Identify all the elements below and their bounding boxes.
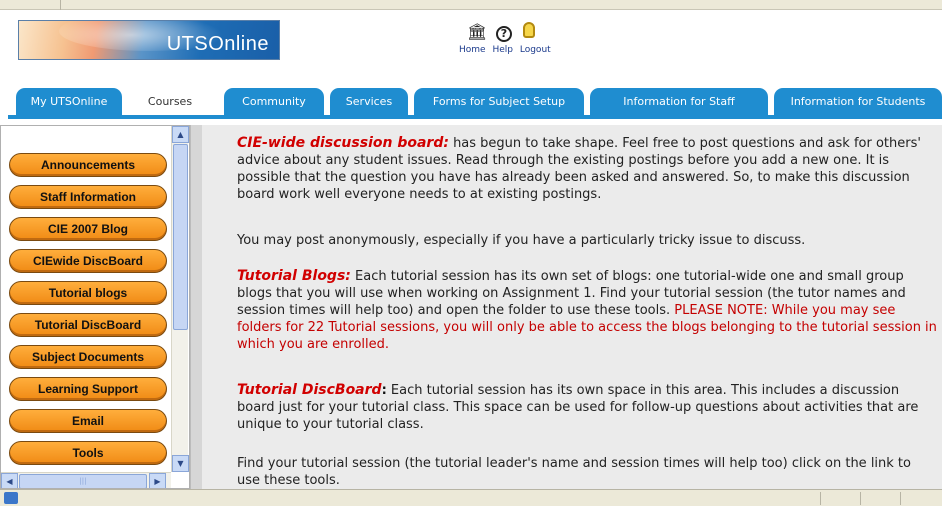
- course-menu: Announcements Staff Information CIE 2007…: [0, 125, 190, 489]
- cie-discussion-paragraph: CIE-wide discussion board: has begun to …: [237, 135, 937, 203]
- menu-cie-2007-blog-button[interactable]: CIE 2007 Blog: [9, 217, 167, 241]
- menu-tutorial-blogs-button[interactable]: Tutorial blogs: [9, 281, 167, 305]
- browser-status-bar: [0, 489, 942, 506]
- logo-text: UTSOnline: [166, 33, 269, 55]
- tab-courses[interactable]: Courses: [128, 88, 212, 115]
- tab-information-for-students[interactable]: Information for Students: [774, 88, 942, 115]
- menu-tools-button[interactable]: Tools: [9, 441, 167, 465]
- tab-forms-for-subject-setup[interactable]: Forms for Subject Setup: [414, 88, 584, 115]
- header-nav-labels: Home Help Logout: [459, 45, 555, 55]
- header-nav: 🏛 ? Home Help Logout: [453, 22, 603, 62]
- anonymous-paragraph: You may post anonymously, especially if …: [237, 233, 806, 248]
- horizontal-scroll-thumb[interactable]: |||: [19, 474, 147, 488]
- tab-my-utsonline[interactable]: My UTSOnline: [16, 88, 122, 115]
- scroll-up-arrow-icon[interactable]: ▲: [172, 126, 189, 143]
- logout-link[interactable]: Logout: [520, 45, 551, 55]
- tutorial-discboard-link[interactable]: Tutorial DiscBoard: [237, 382, 382, 398]
- menu-learning-support-button[interactable]: Learning Support: [9, 377, 167, 401]
- menu-announcements-button[interactable]: Announcements: [9, 153, 167, 177]
- strip-divider: [60, 0, 61, 10]
- menu-email-button[interactable]: Email: [9, 409, 167, 433]
- tutorial-blogs-link[interactable]: Tutorial Blogs:: [237, 268, 351, 284]
- tab-community[interactable]: Community: [224, 88, 324, 115]
- lock-icon[interactable]: [519, 22, 539, 42]
- home-icon[interactable]: 🏛: [467, 22, 487, 42]
- help-icon[interactable]: ?: [494, 22, 514, 42]
- vertical-scroll-thumb[interactable]: [173, 144, 188, 330]
- home-link[interactable]: Home: [459, 45, 486, 55]
- tab-services[interactable]: Services: [330, 88, 408, 115]
- status-divider: [900, 492, 901, 505]
- tutorial-discboard-paragraph: Tutorial DiscBoard: Each tutorial sessio…: [237, 382, 937, 433]
- site-header: UTSOnline 🏛 ? Home Help Logout: [8, 12, 942, 84]
- status-divider: [820, 492, 821, 505]
- page-status-icon: [4, 492, 18, 504]
- utsonline-logo[interactable]: UTSOnline: [18, 20, 280, 60]
- find-session-paragraph: Find your tutorial session (the tutorial…: [237, 456, 911, 488]
- help-link[interactable]: Help: [492, 45, 513, 55]
- scroll-right-arrow-icon[interactable]: ▶: [149, 473, 166, 488]
- status-divider: [860, 492, 861, 505]
- tab-information-for-staff[interactable]: Information for Staff: [590, 88, 768, 115]
- browser-top-strip: [0, 0, 942, 10]
- tutorial-blogs-paragraph: Tutorial Blogs: Each tutorial session ha…: [237, 268, 937, 353]
- menu-tutorial-discboard-button[interactable]: Tutorial DiscBoard: [9, 313, 167, 337]
- tab-underline: [8, 115, 942, 119]
- frame-divider[interactable]: [190, 125, 202, 489]
- scroll-down-arrow-icon[interactable]: ▼: [172, 455, 189, 472]
- menu-ciewide-discboard-button[interactable]: CIEwide DiscBoard: [9, 249, 167, 273]
- cie-discussion-link[interactable]: CIE-wide discussion board:: [237, 135, 449, 151]
- menu-subject-documents-button[interactable]: Subject Documents: [9, 345, 167, 369]
- menu-staff-information-button[interactable]: Staff Information: [9, 185, 167, 209]
- scroll-left-arrow-icon[interactable]: ◀: [1, 473, 18, 488]
- menu-horizontal-scrollbar[interactable]: ◀ ||| ▶: [1, 472, 171, 488]
- menu-vertical-scrollbar[interactable]: ▲ ▼: [171, 126, 189, 472]
- main-content: CIE-wide discussion board: has begun to …: [202, 125, 942, 489]
- main-tabs: My UTSOnline Courses Community Services …: [8, 84, 942, 115]
